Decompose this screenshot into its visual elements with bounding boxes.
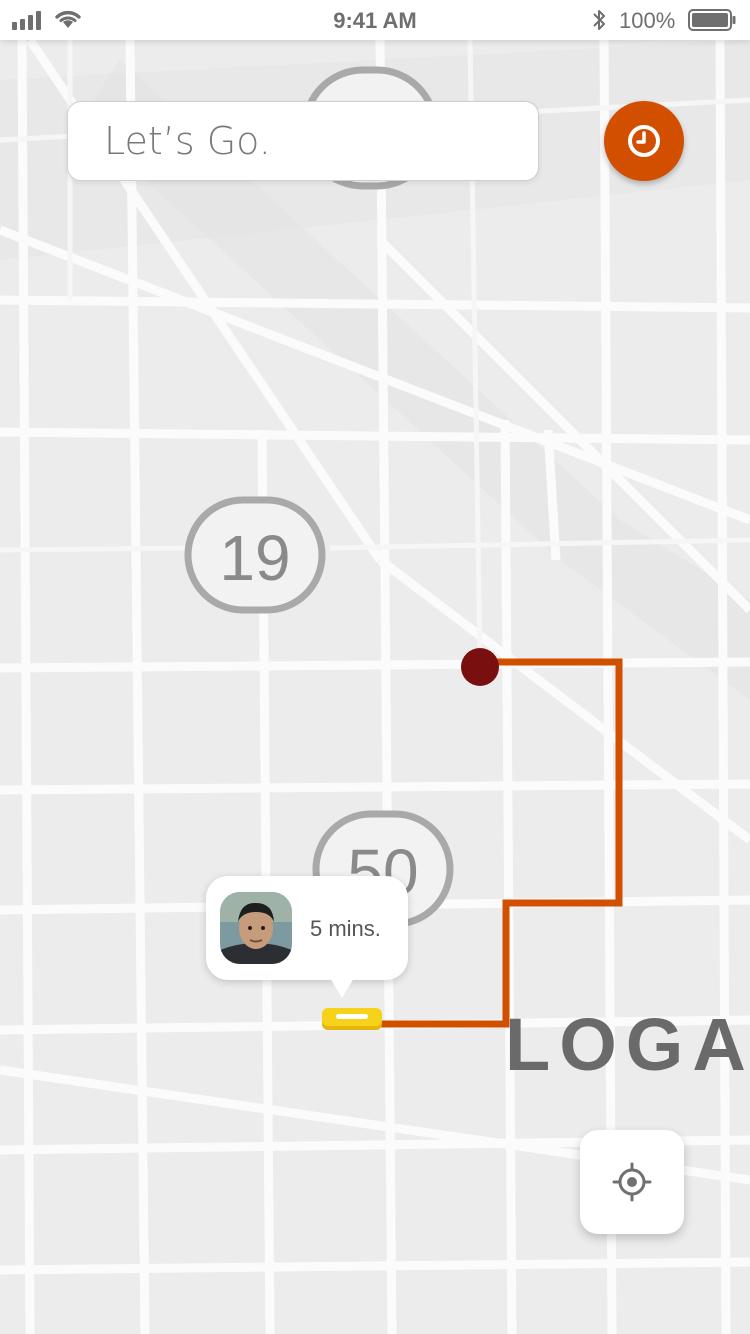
svg-text:19: 19 xyxy=(219,522,290,594)
destination-marker xyxy=(461,648,499,686)
battery-icon xyxy=(688,9,736,31)
district-label: LOGAN xyxy=(505,1003,750,1086)
search-placeholder: Let’s Go. xyxy=(104,119,271,163)
locate-me-button[interactable] xyxy=(580,1130,684,1234)
bluetooth-icon xyxy=(593,10,605,30)
crosshair-icon xyxy=(612,1162,652,1202)
eta-text: 5 mins. xyxy=(310,916,381,941)
history-button[interactable] xyxy=(604,101,684,181)
battery-percent: 100% xyxy=(619,8,676,33)
car-marker xyxy=(322,1008,382,1030)
status-bar: 9:41 AM 100% xyxy=(0,0,750,40)
search-input[interactable]: Let’s Go. xyxy=(67,101,539,181)
eta-bubble[interactable]: 5 mins. xyxy=(206,876,408,998)
clock-icon xyxy=(628,125,660,157)
driver-avatar xyxy=(220,892,292,964)
route-shield-19: 19 xyxy=(184,496,326,614)
